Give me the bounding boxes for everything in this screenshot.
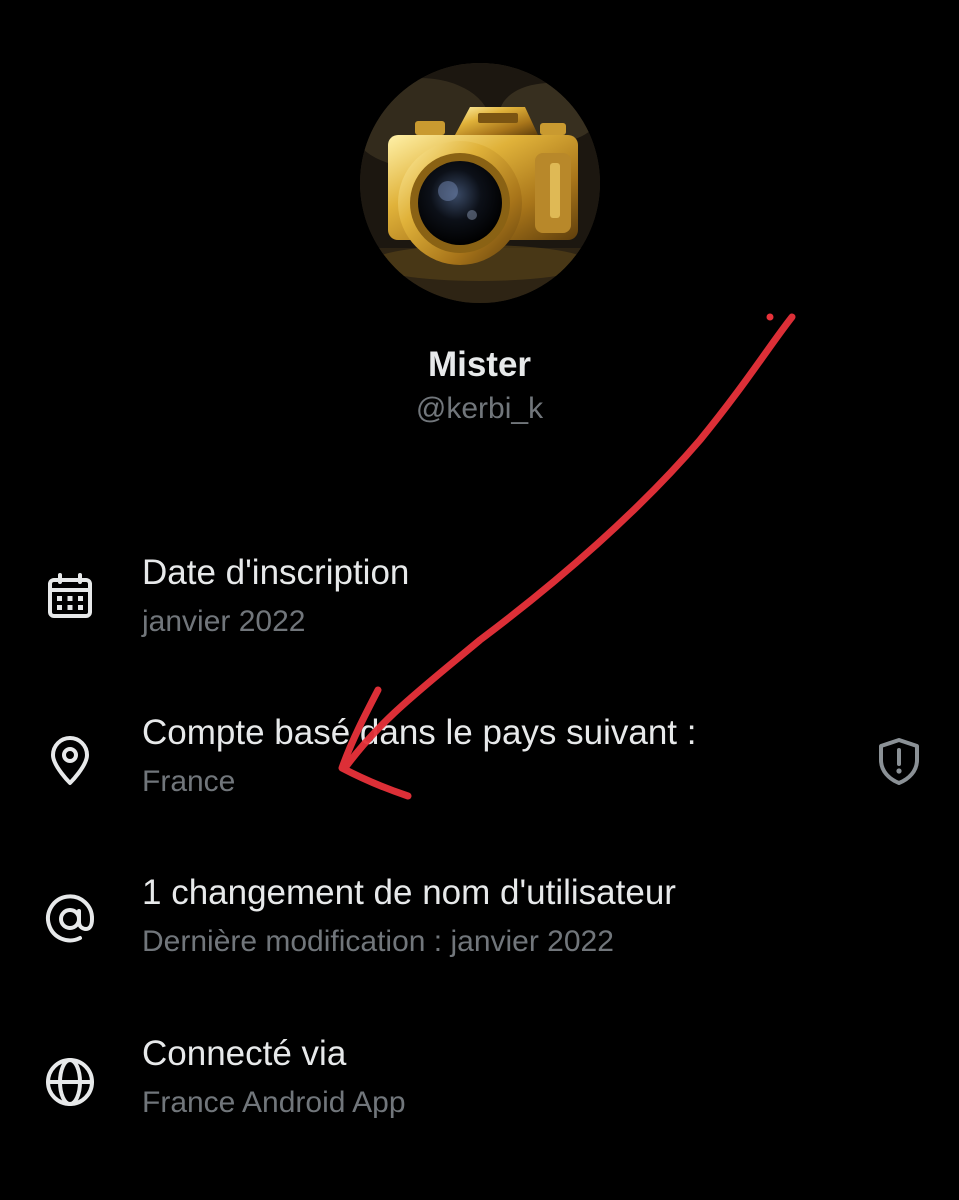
globe-icon: [42, 1054, 98, 1110]
at-sign-icon: [42, 891, 98, 947]
profile-display-name: Mister: [427, 345, 532, 384]
calendar-icon: [42, 569, 98, 625]
golden-camera-image: [360, 63, 600, 303]
info-row-connected-via: Connecté via France Android App: [0, 1034, 959, 1154]
join-date-value: janvier 2022: [142, 605, 306, 638]
info-row-username-changes: 1 changement de nom d'utilisateur Derniè…: [0, 873, 959, 993]
info-row-country: Compte basé dans le pays suivant : Franc…: [0, 713, 959, 833]
username-changes-title: 1 changement de nom d'utilisateur: [142, 873, 676, 912]
connected-via-title: Connecté via: [142, 1034, 347, 1073]
country-title: Compte basé dans le pays suivant :: [142, 713, 697, 752]
country-value: France: [142, 765, 236, 798]
connected-via-value: France Android App: [142, 1086, 406, 1119]
info-row-join-date: Date d'inscription janvier 2022: [0, 553, 959, 673]
profile-avatar[interactable]: [360, 63, 600, 303]
location-pin-icon: [42, 733, 98, 789]
username-changes-value: Dernière modification : janvier 2022: [142, 925, 614, 958]
profile-handle: @kerbi_k: [415, 392, 544, 425]
arrow-dot: [766, 313, 774, 321]
join-date-title: Date d'inscription: [142, 553, 410, 592]
shield-alert-icon[interactable]: [873, 735, 925, 787]
